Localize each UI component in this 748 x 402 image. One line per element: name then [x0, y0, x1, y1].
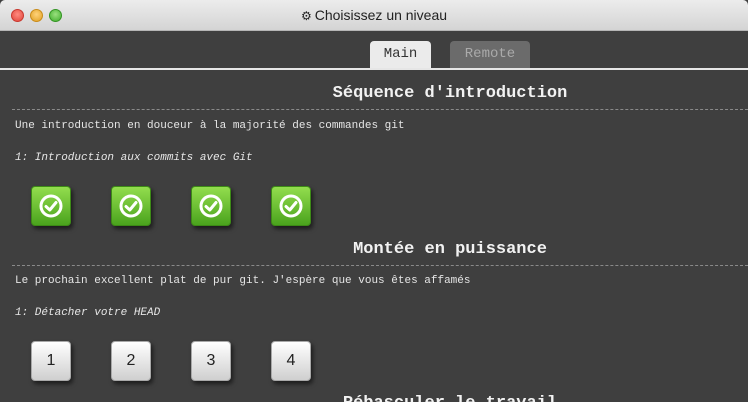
tab-bar: Main Remote: [0, 41, 748, 69]
section-description-rampup: Le prochain excellent plat de pur git. J…: [15, 275, 471, 287]
gear-icon: ⚙: [300, 9, 312, 23]
section-title-intro: Séquence d'introduction: [332, 84, 568, 103]
window-title: ⚙ Choisissez un niveau: [0, 7, 748, 23]
section-title-rebase: Rébasculer le travail: [0, 394, 748, 402]
check-circle-icon: [119, 194, 143, 218]
section-levels-label-intro: 1: Introduction aux commits avec Git: [15, 152, 253, 164]
window-title-text: Choisissez un niveau: [314, 7, 448, 23]
check-circle-icon: [39, 194, 63, 218]
level-button-intro-1[interactable]: [31, 186, 71, 226]
check-circle-icon: [199, 194, 223, 218]
section-title-rampup: Montée en puissance: [353, 240, 547, 259]
check-circle-icon: [279, 194, 303, 218]
level-button-intro-3[interactable]: [191, 186, 231, 226]
section-divider: [12, 109, 748, 110]
level-button-rampup-3[interactable]: 3: [191, 341, 231, 381]
tab-remote[interactable]: Remote: [450, 41, 530, 68]
level-button-intro-2[interactable]: [111, 186, 151, 226]
level-list: Séquence d'introduction Une introduction…: [0, 70, 748, 402]
section-levels-label-rampup: 1: Détacher votre HEAD: [15, 307, 161, 319]
section-divider: [12, 265, 748, 266]
window-titlebar: ⚙ Choisissez un niveau: [0, 0, 748, 31]
level-button-rampup-2[interactable]: 2: [111, 341, 151, 381]
level-button-intro-4[interactable]: [271, 186, 311, 226]
level-button-rampup-1[interactable]: 1: [31, 341, 71, 381]
tab-main[interactable]: Main: [370, 41, 431, 69]
level-button-rampup-4[interactable]: 4: [271, 341, 311, 381]
section-description-intro: Une introduction en douceur à la majorit…: [15, 120, 405, 132]
